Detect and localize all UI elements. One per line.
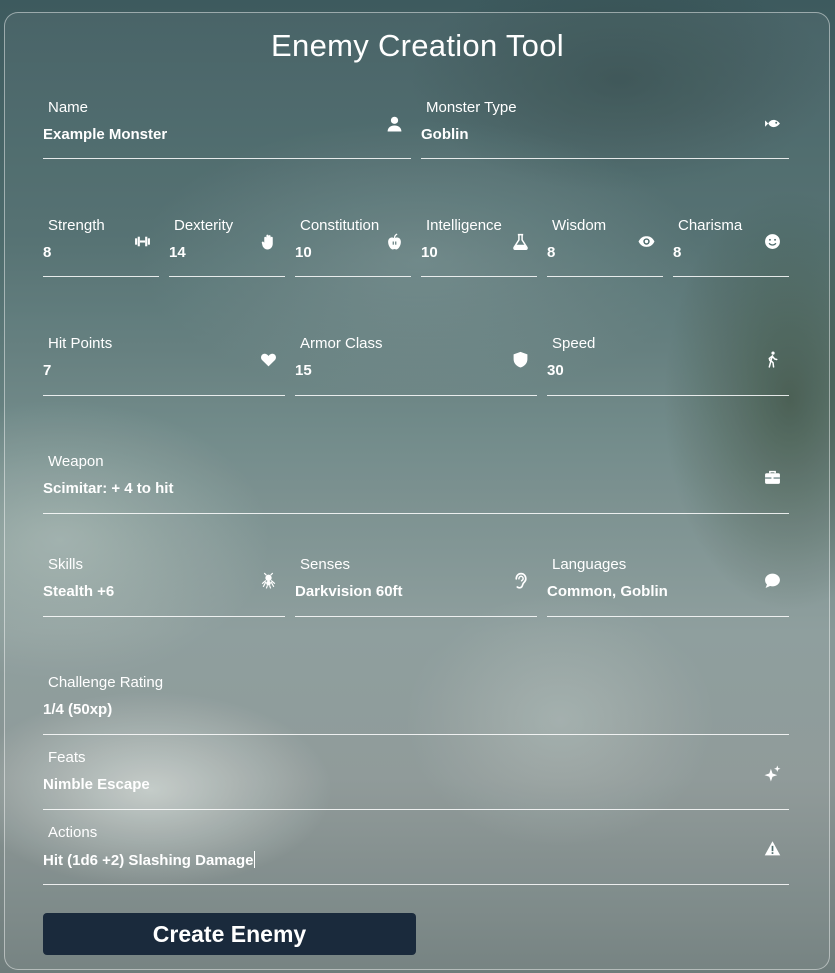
name-input[interactable]: Example Monster — [43, 126, 167, 143]
strength-label: Strength — [48, 217, 105, 234]
warning-icon — [764, 840, 781, 857]
skills-input[interactable]: Stealth +6 — [43, 583, 114, 600]
armor-class-input[interactable]: 15 — [295, 362, 312, 379]
text-caret — [254, 851, 256, 868]
eye-icon — [638, 233, 655, 250]
senses-field[interactable]: Senses Darkvision 60ft — [295, 556, 537, 617]
actions-value-text: Hit (1d6 +2) Slashing Damage — [43, 852, 254, 869]
hit-points-label: Hit Points — [48, 335, 113, 352]
dexterity-label: Dexterity — [174, 217, 234, 234]
feats-label: Feats — [48, 749, 86, 766]
hit-points-field[interactable]: Hit Points 7 — [43, 335, 285, 396]
apple-icon — [386, 233, 403, 250]
feats-field[interactable]: Feats Nimble Escape — [43, 749, 789, 810]
person-icon — [386, 115, 403, 132]
dexterity-input[interactable]: 14 — [169, 244, 186, 261]
speed-input[interactable]: 30 — [547, 362, 564, 379]
speed-label: Speed — [552, 335, 596, 352]
intelligence-field[interactable]: Intelligence 10 — [421, 217, 537, 277]
page-title: Enemy Creation Tool — [271, 28, 564, 63]
charisma-field[interactable]: Charisma 8 — [673, 217, 789, 277]
dexterity-field[interactable]: Dexterity 14 — [169, 217, 285, 277]
skills-label: Skills — [48, 556, 84, 573]
constitution-field[interactable]: Constitution 10 — [295, 217, 411, 277]
intelligence-label: Intelligence — [426, 217, 502, 234]
name-label: Name — [48, 99, 89, 116]
challenge-rating-field[interactable]: Challenge Rating 1/4 (50xp) — [43, 674, 789, 735]
monster-type-input[interactable]: Goblin — [421, 126, 469, 143]
wisdom-input[interactable]: 8 — [547, 244, 555, 261]
shield-icon — [512, 351, 529, 368]
monster-type-field[interactable]: Monster Type Goblin — [421, 99, 789, 159]
sparkles-icon — [764, 765, 781, 782]
heart-icon — [260, 351, 277, 368]
fish-icon — [764, 115, 781, 132]
walking-icon — [764, 351, 781, 368]
hit-points-input[interactable]: 7 — [43, 362, 51, 379]
challenge-rating-input[interactable]: 1/4 (50xp) — [43, 701, 112, 718]
skills-field[interactable]: Skills Stealth +6 — [43, 556, 285, 617]
senses-input[interactable]: Darkvision 60ft — [295, 583, 403, 600]
monster-type-label: Monster Type — [426, 99, 517, 116]
languages-field[interactable]: Languages Common, Goblin — [547, 556, 789, 617]
languages-label: Languages — [552, 556, 627, 573]
actions-label: Actions — [48, 824, 98, 841]
feats-input[interactable]: Nimble Escape — [43, 776, 150, 793]
flask-icon — [512, 233, 529, 250]
ear-icon — [512, 572, 529, 589]
languages-input[interactable]: Common, Goblin — [547, 583, 668, 600]
toolbox-icon — [764, 469, 781, 486]
hand-icon — [260, 233, 277, 250]
speed-field[interactable]: Speed 30 — [547, 335, 789, 396]
intelligence-input[interactable]: 10 — [421, 244, 438, 261]
constitution-input[interactable]: 10 — [295, 244, 312, 261]
challenge-rating-label: Challenge Rating — [48, 674, 164, 691]
wisdom-field[interactable]: Wisdom 8 — [547, 217, 663, 277]
weapon-label: Weapon — [48, 453, 104, 470]
speech-bubble-icon — [764, 572, 781, 589]
charisma-label: Charisma — [678, 217, 743, 234]
armor-class-field[interactable]: Armor Class 15 — [295, 335, 537, 396]
actions-input[interactable]: Hit (1d6 +2) Slashing Damage — [43, 851, 256, 869]
constitution-label: Constitution — [300, 217, 380, 234]
weapon-input[interactable]: Scimitar: + 4 to hit — [43, 480, 173, 497]
strength-field[interactable]: Strength 8 — [43, 217, 159, 277]
create-enemy-button[interactable]: Create Enemy — [43, 913, 416, 955]
actions-field[interactable]: Actions Hit (1d6 +2) Slashing Damage — [43, 824, 789, 885]
dumbbell-icon — [134, 233, 151, 250]
senses-label: Senses — [300, 556, 351, 573]
strength-input[interactable]: 8 — [43, 244, 51, 261]
charisma-input[interactable]: 8 — [673, 244, 681, 261]
armor-class-label: Armor Class — [300, 335, 383, 352]
weapon-field[interactable]: Weapon Scimitar: + 4 to hit — [43, 453, 789, 514]
spider-icon — [260, 572, 277, 589]
name-field[interactable]: Name Example Monster — [43, 99, 411, 159]
wisdom-label: Wisdom — [552, 217, 607, 234]
smile-icon — [764, 233, 781, 250]
